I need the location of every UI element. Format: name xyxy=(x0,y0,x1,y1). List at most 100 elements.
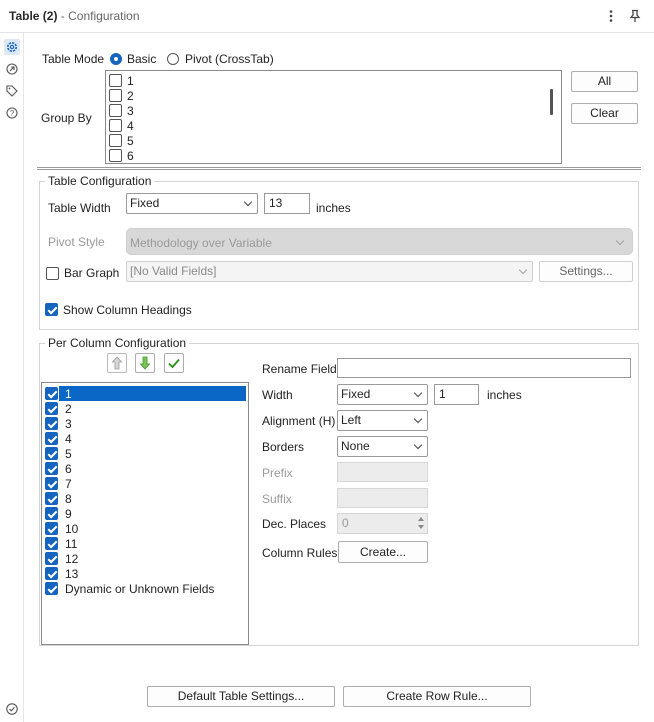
group-by-checkbox[interactable] xyxy=(109,134,122,147)
pivot-radio[interactable] xyxy=(167,53,179,65)
column-checkbox[interactable] xyxy=(45,447,58,460)
checkmark-icon xyxy=(168,358,180,369)
move-down-button[interactable] xyxy=(135,353,155,373)
arrow-up-icon xyxy=(111,356,123,370)
chevron-down-icon xyxy=(413,414,423,424)
column-checkbox[interactable] xyxy=(45,462,58,475)
pin-icon[interactable] xyxy=(628,9,642,23)
column-width-dropdown[interactable]: Fixed xyxy=(337,384,428,405)
group-by-checkbox[interactable] xyxy=(109,74,122,87)
group-by-checkbox[interactable] xyxy=(109,119,122,132)
list-item[interactable]: 12 xyxy=(45,551,245,566)
list-item[interactable]: 4 xyxy=(45,431,245,446)
list-item[interactable]: 6 xyxy=(109,148,309,163)
list-item[interactable]: 7 xyxy=(45,476,245,491)
list-item[interactable]: 4 xyxy=(109,118,309,133)
column-list[interactable]: 1 2 3 4 5 6 7 8 9 10 11 12 13 Dynamic or… xyxy=(41,382,249,645)
list-item[interactable]: 3 xyxy=(45,416,245,431)
svg-text:?: ? xyxy=(10,109,15,118)
column-checkbox[interactable] xyxy=(45,387,58,400)
arrow-down-icon xyxy=(139,356,151,370)
column-checkbox[interactable] xyxy=(45,537,58,550)
rename-field-input[interactable] xyxy=(337,358,631,378)
column-checkbox[interactable] xyxy=(45,492,58,505)
column-checkbox[interactable] xyxy=(45,522,58,535)
group-by-checkbox[interactable] xyxy=(109,149,122,162)
prefix-input xyxy=(337,462,428,482)
list-item[interactable]: 2 xyxy=(45,401,245,416)
help-icon[interactable]: ? xyxy=(4,105,20,121)
list-item[interactable]: 5 xyxy=(109,133,309,148)
alignment-dropdown[interactable]: Left xyxy=(337,410,428,431)
column-checkbox[interactable] xyxy=(45,552,58,565)
basic-radio-label[interactable]: Basic xyxy=(127,52,156,66)
list-item[interactable]: 1 xyxy=(45,386,245,401)
chevron-down-icon xyxy=(243,197,253,207)
table-width-dropdown[interactable]: Fixed xyxy=(126,193,258,214)
table-configuration-legend: Table Configuration xyxy=(45,174,155,188)
chevron-down-icon xyxy=(413,440,423,450)
column-checkbox[interactable] xyxy=(45,582,58,595)
section-divider xyxy=(37,167,641,170)
decimal-places-label: Dec. Places xyxy=(262,517,327,531)
column-checkbox[interactable] xyxy=(45,507,58,520)
group-by-checkbox[interactable] xyxy=(109,104,122,117)
list-item[interactable]: 3 xyxy=(109,103,309,118)
tool-name: Table (2) xyxy=(9,9,58,23)
table-width-input[interactable]: 13 xyxy=(264,193,310,214)
eye-icon[interactable] xyxy=(4,61,20,77)
bar-graph-label[interactable]: Bar Graph xyxy=(64,266,119,280)
table-mode-label: Table Mode xyxy=(42,52,105,66)
rename-field-label: Rename Field xyxy=(262,362,337,376)
gear-icon[interactable] xyxy=(4,39,20,55)
list-item[interactable]: 8 xyxy=(45,491,245,506)
pivot-style-dropdown: Methodology over Variable xyxy=(126,228,633,255)
clear-button[interactable]: Clear xyxy=(571,103,638,124)
column-checkbox[interactable] xyxy=(45,402,58,415)
list-item[interactable]: 10 xyxy=(45,521,245,536)
list-item[interactable]: Dynamic or Unknown Fields xyxy=(45,581,245,596)
create-column-rule-button[interactable]: Create... xyxy=(338,541,428,563)
show-column-headings-label[interactable]: Show Column Headings xyxy=(63,303,192,317)
group-by-checkbox[interactable] xyxy=(109,89,122,102)
list-item[interactable]: 2 xyxy=(109,88,309,103)
per-column-configuration-legend: Per Column Configuration xyxy=(45,336,190,350)
group-by-list[interactable]: 1 2 3 4 5 6 xyxy=(105,70,562,164)
all-button[interactable]: All xyxy=(571,71,638,92)
title-suffix: - Configuration xyxy=(60,9,140,23)
window-title: Table (2) - Configuration xyxy=(9,9,140,23)
list-item[interactable]: 9 xyxy=(45,506,245,521)
check-circle-icon[interactable] xyxy=(4,701,20,717)
alignment-label: Alignment (H) xyxy=(262,414,336,428)
more-options-icon[interactable] xyxy=(604,9,618,23)
list-item[interactable]: 11 xyxy=(45,536,245,551)
column-width-input[interactable]: 1 xyxy=(434,384,479,405)
show-column-headings-checkbox[interactable] xyxy=(45,303,58,316)
column-width-label: Width xyxy=(262,388,293,402)
list-scrollbar-thumb[interactable] xyxy=(550,89,553,115)
column-checkbox[interactable] xyxy=(45,477,58,490)
list-item[interactable]: 5 xyxy=(45,446,245,461)
default-table-settings-button[interactable]: Default Table Settings... xyxy=(147,686,335,707)
column-checkbox[interactable] xyxy=(45,417,58,430)
select-all-button[interactable] xyxy=(164,353,184,373)
basic-radio[interactable] xyxy=(110,53,122,65)
settings-button[interactable]: Settings... xyxy=(539,261,633,282)
bar-graph-field-dropdown: [No Valid Fields] xyxy=(126,261,533,282)
pivot-radio-label[interactable]: Pivot (CrossTab) xyxy=(185,52,274,66)
suffix-input xyxy=(337,488,428,508)
chevron-down-icon xyxy=(413,388,423,398)
column-checkbox[interactable] xyxy=(45,432,58,445)
bar-graph-checkbox[interactable] xyxy=(46,267,59,280)
borders-dropdown[interactable]: None xyxy=(337,436,428,457)
list-item[interactable]: 13 xyxy=(45,566,245,581)
create-row-rule-button[interactable]: Create Row Rule... xyxy=(343,686,531,707)
list-item[interactable]: 6 xyxy=(45,461,245,476)
list-item[interactable]: 1 xyxy=(109,73,309,88)
column-checkbox[interactable] xyxy=(45,567,58,580)
stepper-up-icon xyxy=(418,517,424,521)
prefix-label: Prefix xyxy=(262,466,293,480)
tag-icon[interactable] xyxy=(4,83,20,99)
pivot-style-label: Pivot Style xyxy=(48,235,105,249)
move-up-button[interactable] xyxy=(107,353,127,373)
